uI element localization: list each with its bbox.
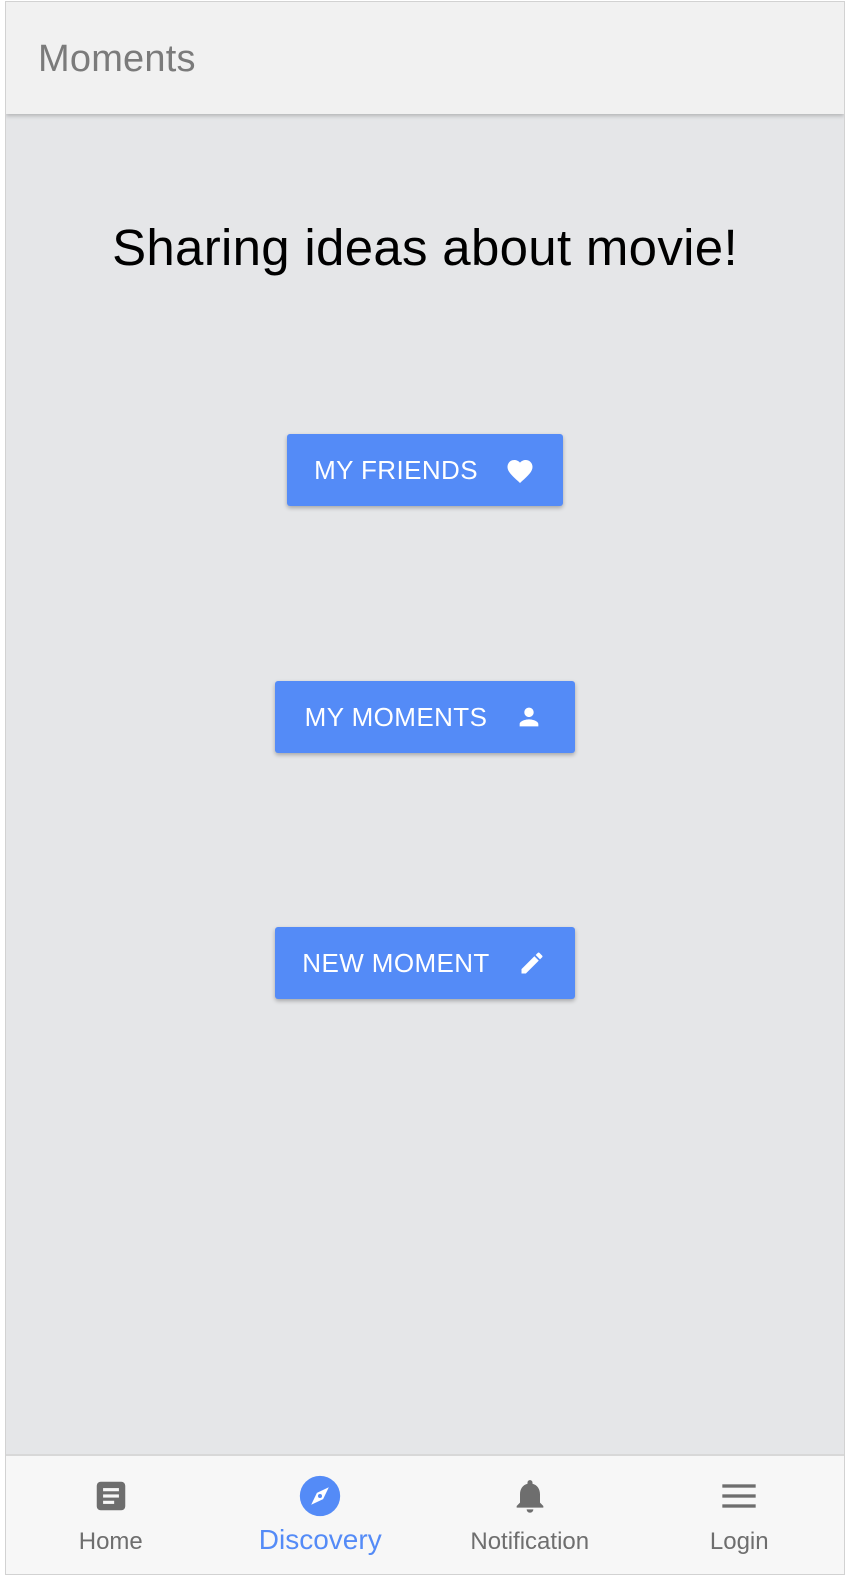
person-icon [513,701,545,733]
bottom-navigation: Home Discovery Notification Login [6,1454,845,1574]
compass-icon [298,1474,342,1518]
new-moment-label: NEW MOMENT [302,947,490,978]
my-friends-label: MY FRIENDS [314,454,478,485]
heart-icon [504,454,536,486]
page-headline: Sharing ideas about movie! [112,219,738,276]
app-frame: Moments Sharing ideas about movie! MY FR… [5,1,845,1575]
menu-icon [717,1474,761,1518]
nav-item-home[interactable]: Home [6,1456,216,1574]
nav-label-login: Login [709,1528,769,1555]
nav-label-notification: Notification [470,1528,590,1555]
main-content: Sharing ideas about movie! MY FRIENDS MY… [6,114,844,1456]
my-moments-label: MY MOMENTS [304,701,488,732]
app-title: Moments [38,38,196,80]
new-moment-button[interactable]: NEW MOMENT [275,927,575,999]
app-bar: Moments [6,2,844,114]
nav-label-discovery: Discovery [258,1524,382,1555]
my-friends-button[interactable]: MY FRIENDS [287,434,563,506]
nav-label-home: Home [78,1528,143,1555]
pencil-icon [516,947,548,979]
nav-item-discovery[interactable]: Discovery [216,1456,426,1574]
nav-item-notification[interactable]: Notification [425,1456,635,1574]
nav-item-login[interactable]: Login [635,1456,845,1574]
my-moments-button[interactable]: MY MOMENTS [275,681,575,753]
article-icon [89,1474,133,1518]
bell-icon [508,1474,552,1518]
